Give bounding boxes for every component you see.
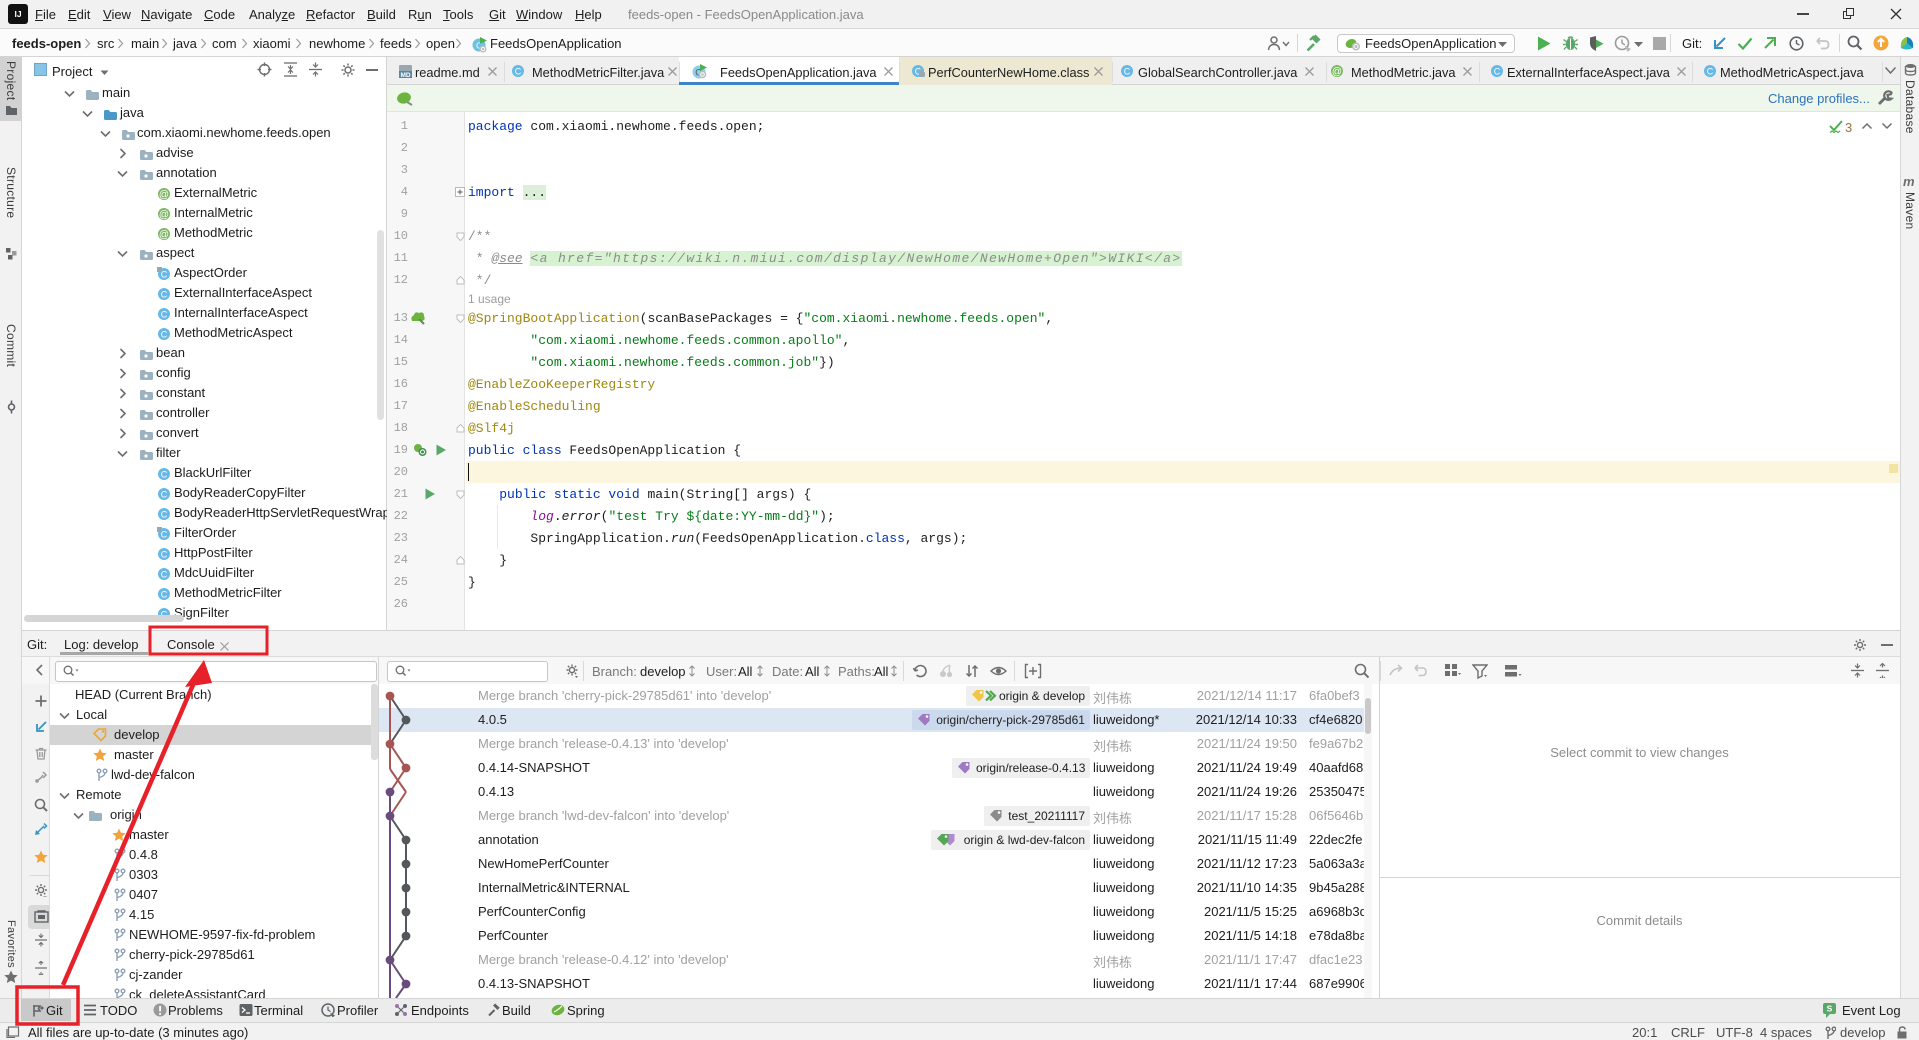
svg-text:C: C	[515, 67, 522, 77]
svg-text:C: C	[1494, 67, 1501, 77]
svg-text:C: C	[1707, 67, 1714, 77]
svg-text:S: S	[1827, 1004, 1833, 1014]
svg-text:C: C	[1124, 67, 1131, 77]
svg-text:@: @	[1332, 67, 1342, 78]
